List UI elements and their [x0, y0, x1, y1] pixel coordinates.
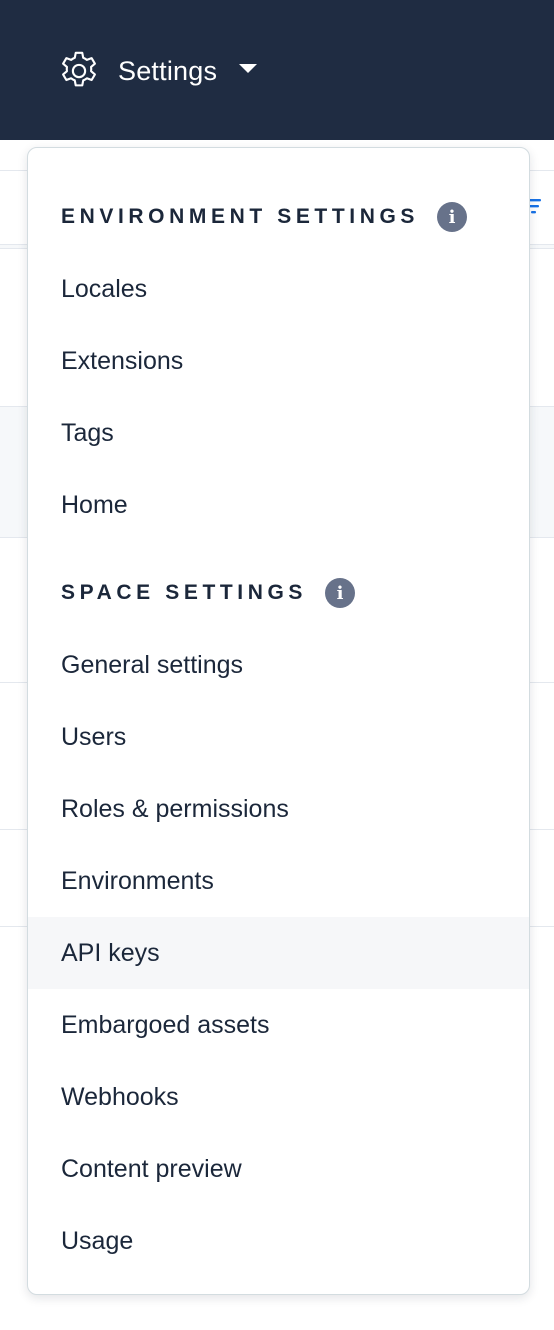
section-title: ENVIRONMENT SETTINGS	[61, 205, 420, 228]
menu-item-general-settings[interactable]: General settings	[28, 629, 529, 701]
menu-item-api-keys[interactable]: API keys	[28, 917, 529, 989]
caret-down-icon	[239, 63, 258, 73]
info-icon[interactable]: i	[437, 202, 468, 232]
page: Settings ENVIRONMENT SETTINGS i Locales …	[0, 0, 554, 1330]
menu-item-label: Embargoed assets	[61, 1010, 270, 1039]
settings-label: Settings	[118, 55, 218, 86]
menu-item-users[interactable]: Users	[28, 701, 529, 773]
settings-menu-trigger[interactable]: Settings	[56, 44, 258, 98]
menu-item-label: Environments	[61, 866, 214, 895]
menu-item-locales[interactable]: Locales	[28, 253, 529, 325]
menu-item-home[interactable]: Home	[28, 469, 529, 541]
menu-item-label: Roles & permissions	[61, 794, 289, 823]
menu-item-label: Extensions	[61, 346, 184, 375]
section-title: SPACE SETTINGS	[61, 581, 308, 604]
menu-item-label: General settings	[61, 650, 244, 679]
menu-item-content-preview[interactable]: Content preview	[28, 1133, 529, 1205]
menu-item-label: Content preview	[61, 1154, 242, 1183]
info-icon[interactable]: i	[325, 578, 356, 608]
settings-dropdown-menu: ENVIRONMENT SETTINGS i Locales Extension…	[27, 147, 530, 1295]
menu-item-usage[interactable]: Usage	[28, 1205, 529, 1277]
menu-item-label: API keys	[61, 938, 160, 967]
menu-item-label: Usage	[61, 1226, 134, 1255]
space-settings-header: SPACE SETTINGS i	[61, 571, 356, 615]
top-navigation-bar: Settings	[0, 0, 554, 140]
menu-item-label: Home	[61, 490, 128, 519]
menu-item-extensions[interactable]: Extensions	[28, 325, 529, 397]
environment-settings-header: ENVIRONMENT SETTINGS i	[61, 195, 468, 239]
menu-item-roles-permissions[interactable]: Roles & permissions	[28, 773, 529, 845]
gear-icon	[62, 51, 96, 87]
menu-item-label: Locales	[61, 274, 148, 303]
menu-item-embargoed-assets[interactable]: Embargoed assets	[28, 989, 529, 1061]
menu-item-label: Users	[61, 722, 127, 751]
menu-item-webhooks[interactable]: Webhooks	[28, 1061, 529, 1133]
menu-item-tags[interactable]: Tags	[28, 397, 529, 469]
menu-item-environments[interactable]: Environments	[28, 845, 529, 917]
menu-item-label: Tags	[61, 418, 114, 447]
menu-item-label: Webhooks	[61, 1082, 179, 1111]
